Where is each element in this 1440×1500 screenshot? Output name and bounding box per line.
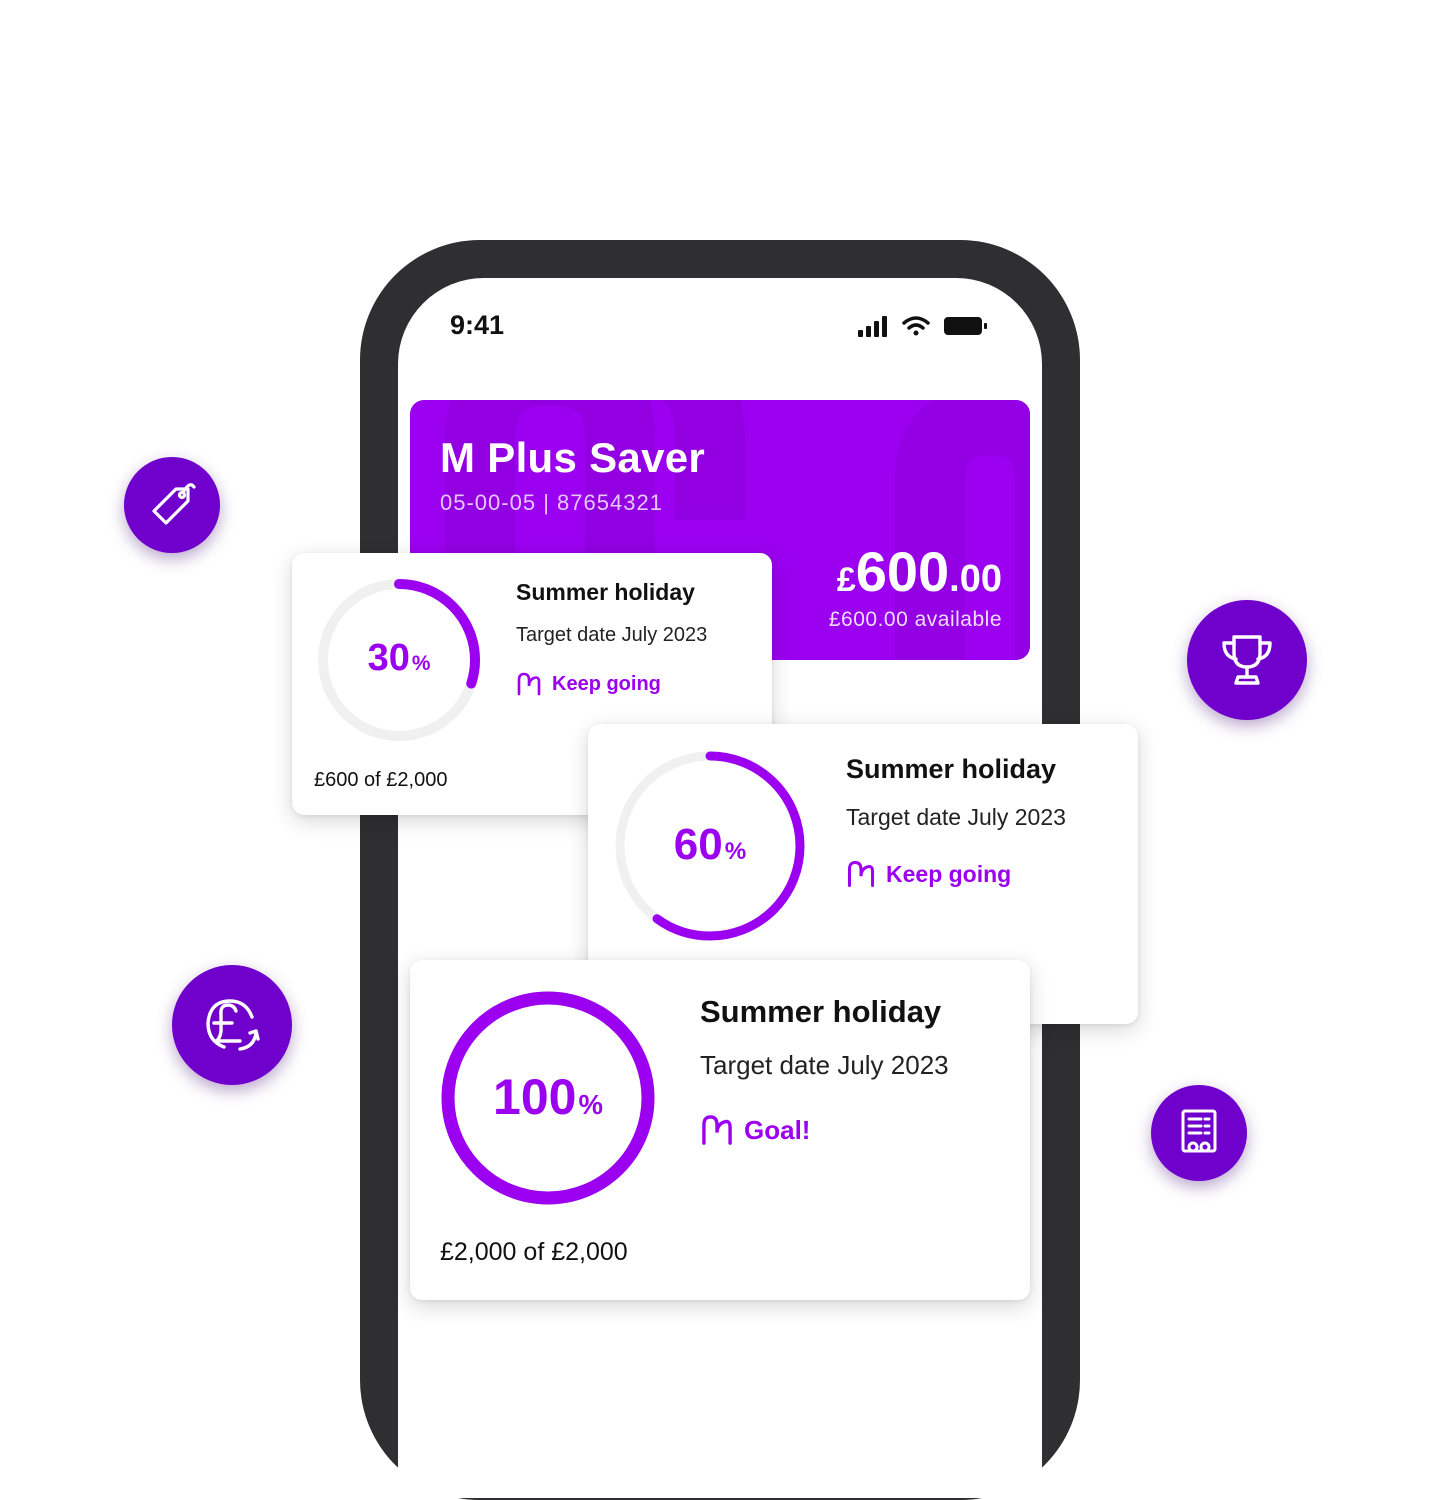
- account-number: 87654321: [557, 490, 663, 515]
- goal-title: Summer holiday: [700, 994, 942, 1029]
- battery-icon: [944, 317, 987, 335]
- goal-target-date: Target date July 2023: [700, 1050, 949, 1080]
- account-balance: £600.00: [829, 544, 1002, 600]
- account-details: 05-00-05 | 87654321: [440, 490, 663, 516]
- account-title: M Plus Saver: [440, 434, 706, 481]
- brand-m-icon: [517, 672, 541, 696]
- available-balance: £600.00 available: [828, 608, 1002, 631]
- balance-block: £600.00 £600.00 available: [829, 544, 1002, 632]
- goal-percent: 30%: [367, 637, 431, 679]
- goal-status: Keep going: [846, 860, 1011, 888]
- pound-exchange-bubble: [172, 965, 292, 1085]
- price-tag-bubble: [124, 457, 220, 553]
- brand-m-icon: [702, 1115, 732, 1145]
- goal-target-date: Target date July 2023: [516, 624, 708, 646]
- trophy-icon: [1222, 635, 1272, 685]
- brand-m-icon: [847, 860, 875, 888]
- goal-status-label: Keep going: [886, 860, 1012, 887]
- goal-target-date: Target date July 2023: [846, 804, 1066, 830]
- price-tag-icon: [152, 483, 196, 525]
- goal-status-label: Goal!: [744, 1114, 811, 1145]
- goal-status: Keep going: [516, 672, 661, 696]
- trophy-bubble: [1187, 600, 1307, 720]
- receipt-bubble: [1151, 1085, 1247, 1181]
- sort-code: 05-00-05: [440, 490, 537, 515]
- balance-currency: £: [836, 561, 856, 599]
- balance-pence: .00: [949, 558, 1002, 600]
- balance-pounds: 600: [855, 540, 950, 603]
- goal-amount: £600 of £2,000: [314, 769, 448, 791]
- status-time: 9:41: [450, 310, 505, 340]
- goal-title: Summer holiday: [516, 579, 695, 605]
- receipt-icon: [1181, 1109, 1217, 1153]
- account-separator: |: [543, 490, 558, 515]
- goal-title: Summer holiday: [846, 754, 1057, 784]
- cellular-signal-icon: [858, 316, 887, 337]
- goal-status: Goal!: [700, 1114, 810, 1146]
- goal-amount: £2,000 of £2,000: [440, 1238, 628, 1266]
- wifi-icon: [902, 316, 930, 336]
- goal-status-label: Keep going: [552, 672, 661, 695]
- status-icons: [858, 316, 987, 337]
- goal-percent: 60%: [673, 820, 747, 869]
- goal-card-100[interactable]: 100% Summer holiday Target date July 202…: [410, 960, 1030, 1300]
- pound-exchange-icon: [206, 999, 260, 1051]
- goal-percent: 100%: [493, 1069, 603, 1125]
